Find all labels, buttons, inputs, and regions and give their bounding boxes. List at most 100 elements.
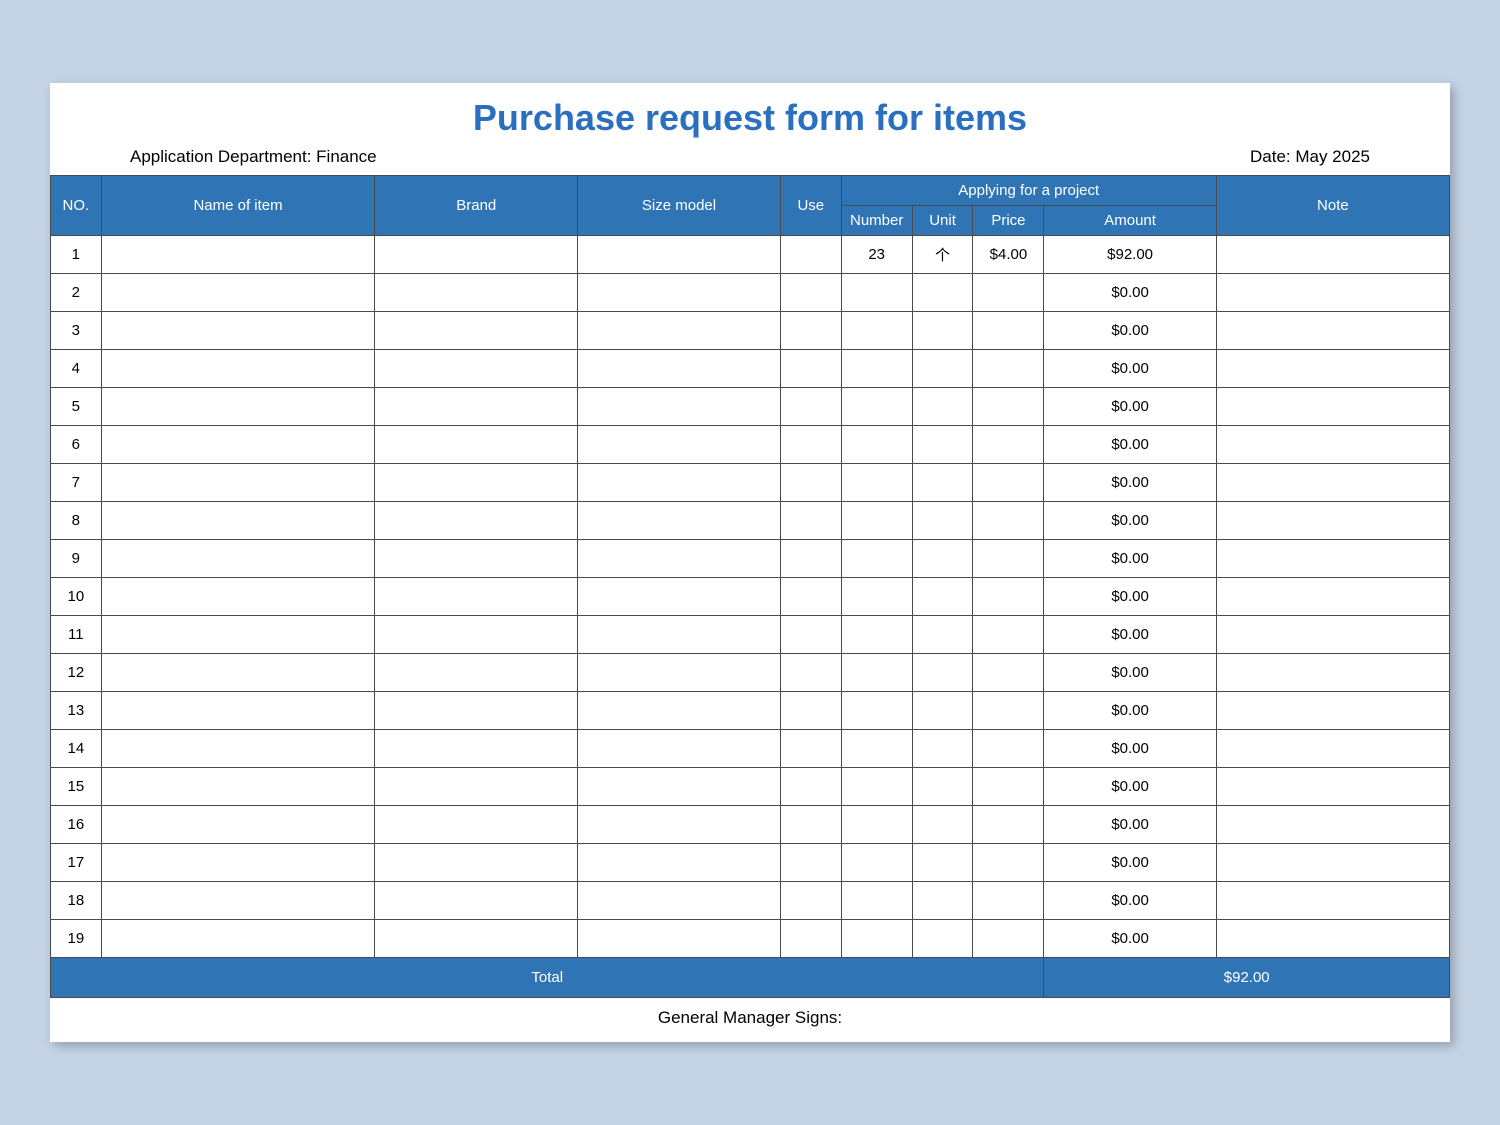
cell-brand[interactable] bbox=[375, 654, 578, 692]
cell-amount[interactable]: $0.00 bbox=[1044, 882, 1216, 920]
cell-note[interactable] bbox=[1216, 236, 1449, 274]
cell-size[interactable] bbox=[578, 616, 781, 654]
cell-price[interactable] bbox=[973, 274, 1044, 312]
cell-use[interactable] bbox=[780, 616, 841, 654]
cell-size[interactable] bbox=[578, 274, 781, 312]
cell-price[interactable] bbox=[973, 502, 1044, 540]
cell-name[interactable] bbox=[101, 350, 375, 388]
cell-name[interactable] bbox=[101, 312, 375, 350]
cell-brand[interactable] bbox=[375, 388, 578, 426]
cell-price[interactable] bbox=[973, 730, 1044, 768]
cell-note[interactable] bbox=[1216, 502, 1449, 540]
cell-no[interactable]: 16 bbox=[51, 806, 102, 844]
cell-no[interactable]: 2 bbox=[51, 274, 102, 312]
cell-name[interactable] bbox=[101, 388, 375, 426]
cell-size[interactable] bbox=[578, 920, 781, 958]
cell-size[interactable] bbox=[578, 730, 781, 768]
cell-amount[interactable]: $0.00 bbox=[1044, 388, 1216, 426]
cell-price[interactable] bbox=[973, 540, 1044, 578]
cell-note[interactable] bbox=[1216, 616, 1449, 654]
cell-note[interactable] bbox=[1216, 882, 1449, 920]
cell-brand[interactable] bbox=[375, 426, 578, 464]
cell-unit[interactable] bbox=[912, 578, 973, 616]
cell-use[interactable] bbox=[780, 920, 841, 958]
cell-use[interactable] bbox=[780, 274, 841, 312]
cell-brand[interactable] bbox=[375, 350, 578, 388]
cell-brand[interactable] bbox=[375, 540, 578, 578]
cell-amount[interactable]: $0.00 bbox=[1044, 464, 1216, 502]
cell-number[interactable]: 23 bbox=[841, 236, 912, 274]
cell-brand[interactable] bbox=[375, 730, 578, 768]
cell-no[interactable]: 4 bbox=[51, 350, 102, 388]
cell-number[interactable] bbox=[841, 730, 912, 768]
cell-brand[interactable] bbox=[375, 616, 578, 654]
cell-note[interactable] bbox=[1216, 806, 1449, 844]
cell-size[interactable] bbox=[578, 578, 781, 616]
cell-name[interactable] bbox=[101, 806, 375, 844]
cell-use[interactable] bbox=[780, 540, 841, 578]
cell-name[interactable] bbox=[101, 236, 375, 274]
cell-size[interactable] bbox=[578, 844, 781, 882]
cell-number[interactable] bbox=[841, 578, 912, 616]
cell-number[interactable] bbox=[841, 388, 912, 426]
cell-number[interactable] bbox=[841, 502, 912, 540]
cell-size[interactable] bbox=[578, 692, 781, 730]
cell-unit[interactable] bbox=[912, 350, 973, 388]
cell-brand[interactable] bbox=[375, 882, 578, 920]
cell-use[interactable] bbox=[780, 692, 841, 730]
cell-no[interactable]: 19 bbox=[51, 920, 102, 958]
cell-use[interactable] bbox=[780, 578, 841, 616]
cell-unit[interactable] bbox=[912, 274, 973, 312]
cell-no[interactable]: 9 bbox=[51, 540, 102, 578]
cell-unit[interactable]: 个 bbox=[912, 236, 973, 274]
cell-number[interactable] bbox=[841, 616, 912, 654]
cell-note[interactable] bbox=[1216, 768, 1449, 806]
cell-number[interactable] bbox=[841, 920, 912, 958]
cell-name[interactable] bbox=[101, 426, 375, 464]
cell-brand[interactable] bbox=[375, 274, 578, 312]
cell-use[interactable] bbox=[780, 502, 841, 540]
cell-use[interactable] bbox=[780, 426, 841, 464]
cell-amount[interactable]: $0.00 bbox=[1044, 540, 1216, 578]
cell-note[interactable] bbox=[1216, 464, 1449, 502]
cell-brand[interactable] bbox=[375, 236, 578, 274]
cell-unit[interactable] bbox=[912, 844, 973, 882]
cell-no[interactable]: 3 bbox=[51, 312, 102, 350]
cell-name[interactable] bbox=[101, 920, 375, 958]
cell-note[interactable] bbox=[1216, 426, 1449, 464]
cell-amount[interactable]: $0.00 bbox=[1044, 312, 1216, 350]
cell-number[interactable] bbox=[841, 312, 912, 350]
cell-brand[interactable] bbox=[375, 768, 578, 806]
cell-use[interactable] bbox=[780, 654, 841, 692]
cell-size[interactable] bbox=[578, 350, 781, 388]
cell-no[interactable]: 6 bbox=[51, 426, 102, 464]
cell-use[interactable] bbox=[780, 350, 841, 388]
cell-note[interactable] bbox=[1216, 350, 1449, 388]
cell-name[interactable] bbox=[101, 730, 375, 768]
cell-unit[interactable] bbox=[912, 806, 973, 844]
cell-name[interactable] bbox=[101, 502, 375, 540]
cell-unit[interactable] bbox=[912, 768, 973, 806]
cell-no[interactable]: 7 bbox=[51, 464, 102, 502]
cell-number[interactable] bbox=[841, 274, 912, 312]
cell-amount[interactable]: $92.00 bbox=[1044, 236, 1216, 274]
cell-unit[interactable] bbox=[912, 388, 973, 426]
cell-number[interactable] bbox=[841, 882, 912, 920]
cell-price[interactable] bbox=[973, 920, 1044, 958]
cell-note[interactable] bbox=[1216, 730, 1449, 768]
cell-unit[interactable] bbox=[912, 654, 973, 692]
cell-size[interactable] bbox=[578, 236, 781, 274]
cell-no[interactable]: 15 bbox=[51, 768, 102, 806]
cell-number[interactable] bbox=[841, 654, 912, 692]
cell-note[interactable] bbox=[1216, 388, 1449, 426]
cell-note[interactable] bbox=[1216, 312, 1449, 350]
cell-size[interactable] bbox=[578, 540, 781, 578]
cell-unit[interactable] bbox=[912, 312, 973, 350]
cell-amount[interactable]: $0.00 bbox=[1044, 654, 1216, 692]
cell-no[interactable]: 13 bbox=[51, 692, 102, 730]
cell-number[interactable] bbox=[841, 426, 912, 464]
cell-number[interactable] bbox=[841, 768, 912, 806]
cell-note[interactable] bbox=[1216, 274, 1449, 312]
cell-amount[interactable]: $0.00 bbox=[1044, 350, 1216, 388]
cell-unit[interactable] bbox=[912, 502, 973, 540]
